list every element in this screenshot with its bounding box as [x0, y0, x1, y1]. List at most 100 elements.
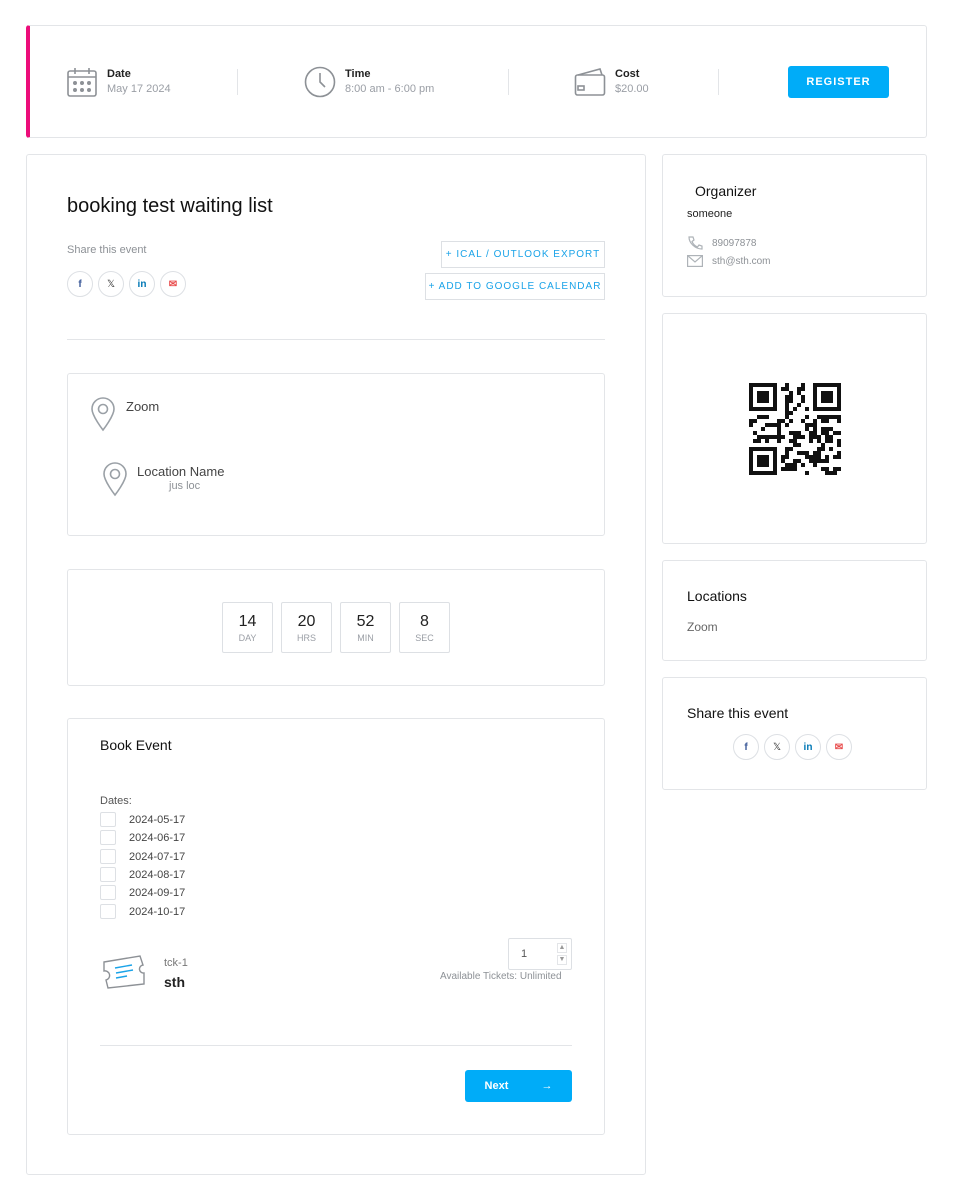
location-primary: Zoom [126, 399, 160, 414]
location-sub: jus loc [169, 480, 201, 492]
x-twitter-icon[interactable]: 𝕏 [98, 271, 124, 297]
ticket-price: sth [164, 974, 185, 990]
date-option[interactable]: 2024-10-17 [100, 904, 185, 919]
organizer-name: someone [687, 208, 733, 220]
linkedin-icon[interactable]: in [795, 734, 821, 760]
x-twitter-icon[interactable]: 𝕏 [764, 734, 790, 760]
countdown-value: 14 [238, 613, 257, 630]
location-item: Zoom [687, 620, 718, 634]
date-option[interactable]: 2024-06-17 [100, 830, 185, 845]
date-text: 2024-07-17 [129, 850, 186, 863]
date-checkbox[interactable] [100, 867, 116, 882]
countdown-hours: 20 HRS [281, 602, 332, 653]
date-text: 2024-09-17 [129, 886, 186, 899]
date-text: 2024-10-17 [129, 905, 186, 918]
divider [100, 1045, 572, 1046]
countdown-unit: MIN [357, 633, 374, 643]
phone-text: 89097878 [712, 237, 757, 249]
ical-export-button[interactable]: + ICAL / OUTLOOK EXPORT [441, 241, 605, 268]
divider [718, 69, 719, 95]
quantity-stepper[interactable]: 1 ▲ ▼ [508, 938, 572, 970]
divider [67, 339, 605, 340]
qr-widget [662, 313, 927, 544]
date-option[interactable]: 2024-08-17 [100, 867, 185, 882]
next-label: Next [484, 1080, 509, 1092]
cost-meta: Cost $20.00 [574, 66, 649, 98]
register-button[interactable]: REGISTER [788, 66, 889, 98]
wallet-icon [574, 68, 606, 96]
countdown-value: 8 [420, 613, 429, 630]
cost-label: Cost [615, 68, 640, 80]
booking-title: Book Event [100, 737, 172, 753]
email-icon[interactable]: ✉ [826, 734, 852, 760]
divider [237, 69, 238, 95]
time-meta: Time 8:00 am - 6:00 pm [304, 66, 434, 98]
countdown-value: 20 [297, 613, 316, 630]
social-share: f 𝕏 in ✉ [733, 734, 852, 760]
social-share: f 𝕏 in ✉ [67, 271, 186, 297]
date-checkbox[interactable] [100, 885, 116, 900]
countdown-unit: SEC [415, 633, 434, 643]
locations-widget: Locations Zoom [662, 560, 927, 661]
clock-icon [304, 66, 336, 98]
countdown-days: 14 DAY [222, 602, 273, 653]
countdown-box: 14 DAY 20 HRS 52 MIN 8 SEC [67, 569, 605, 686]
date-checkbox[interactable] [100, 812, 116, 827]
countdown-minutes: 52 MIN [340, 602, 391, 653]
map-pin-icon [103, 462, 127, 497]
email-text[interactable]: sth@sth.com [712, 256, 771, 267]
qr-code [749, 383, 841, 475]
email-icon[interactable]: ✉ [160, 271, 186, 297]
location-name: Location Name [137, 464, 225, 479]
linkedin-icon[interactable]: in [129, 271, 155, 297]
available-tickets: Available Tickets: Unlimited [440, 971, 562, 982]
cost-value: $20.00 [615, 83, 649, 95]
share-heading: Share this event [687, 705, 789, 721]
share-widget: Share this event f 𝕏 in ✉ [662, 677, 927, 790]
organizer-heading: Organizer [695, 183, 757, 199]
map-pin-icon [91, 397, 115, 432]
event-meta-bar: Date May 17 2024 Time 8:00 am - 6:00 pm … [26, 25, 927, 138]
date-text: 2024-06-17 [129, 831, 186, 844]
organizer-widget: Organizer someone 89097878 sth@sth.com [662, 154, 927, 297]
mail-icon [687, 255, 703, 267]
share-label: Share this event [67, 244, 147, 256]
stepper-up-icon[interactable]: ▲ [557, 943, 567, 953]
location-box: Zoom Location Name jus loc [67, 373, 605, 536]
date-value: May 17 2024 [107, 83, 171, 95]
event-main-panel: booking test waiting list Share this eve… [26, 154, 646, 1175]
date-checkbox[interactable] [100, 904, 116, 919]
date-option[interactable]: 2024-09-17 [100, 885, 185, 900]
time-value: 8:00 am - 6:00 pm [345, 83, 435, 95]
facebook-icon[interactable]: f [733, 734, 759, 760]
date-checkbox[interactable] [100, 830, 116, 845]
divider [508, 69, 509, 95]
phone-icon [688, 236, 703, 250]
countdown-unit: DAY [238, 633, 257, 643]
ticket-name: tck-1 [164, 957, 188, 969]
ticket-icon [103, 955, 145, 989]
date-checkbox[interactable] [100, 849, 116, 864]
organizer-email: sth@sth.com [687, 255, 771, 267]
page-title: booking test waiting list [67, 195, 273, 217]
stepper-down-icon[interactable]: ▼ [557, 955, 567, 965]
calendar-icon [67, 68, 97, 97]
organizer-phone: 89097878 [687, 236, 757, 250]
quantity-value: 1 [521, 948, 528, 960]
time-label: Time [345, 68, 371, 80]
booking-box: Book Event Dates: 2024-05-17 2024-06-17 … [67, 718, 605, 1135]
dates-label: Dates: [100, 795, 132, 807]
countdown-value: 52 [356, 613, 375, 630]
countdown-unit: HRS [296, 633, 316, 643]
date-meta: Date May 17 2024 [66, 66, 171, 98]
facebook-icon[interactable]: f [67, 271, 93, 297]
google-calendar-button[interactable]: + ADD TO GOOGLE CALENDAR [425, 273, 605, 300]
date-option[interactable]: 2024-05-17 [100, 812, 185, 827]
date-option[interactable]: 2024-07-17 [100, 849, 185, 864]
date-text: 2024-08-17 [129, 868, 186, 881]
arrow-right-icon: → [541, 1080, 553, 1092]
date-label: Date [107, 68, 131, 80]
locations-heading: Locations [687, 588, 747, 604]
countdown-seconds: 8 SEC [399, 602, 450, 653]
next-button[interactable]: Next → [465, 1070, 572, 1102]
